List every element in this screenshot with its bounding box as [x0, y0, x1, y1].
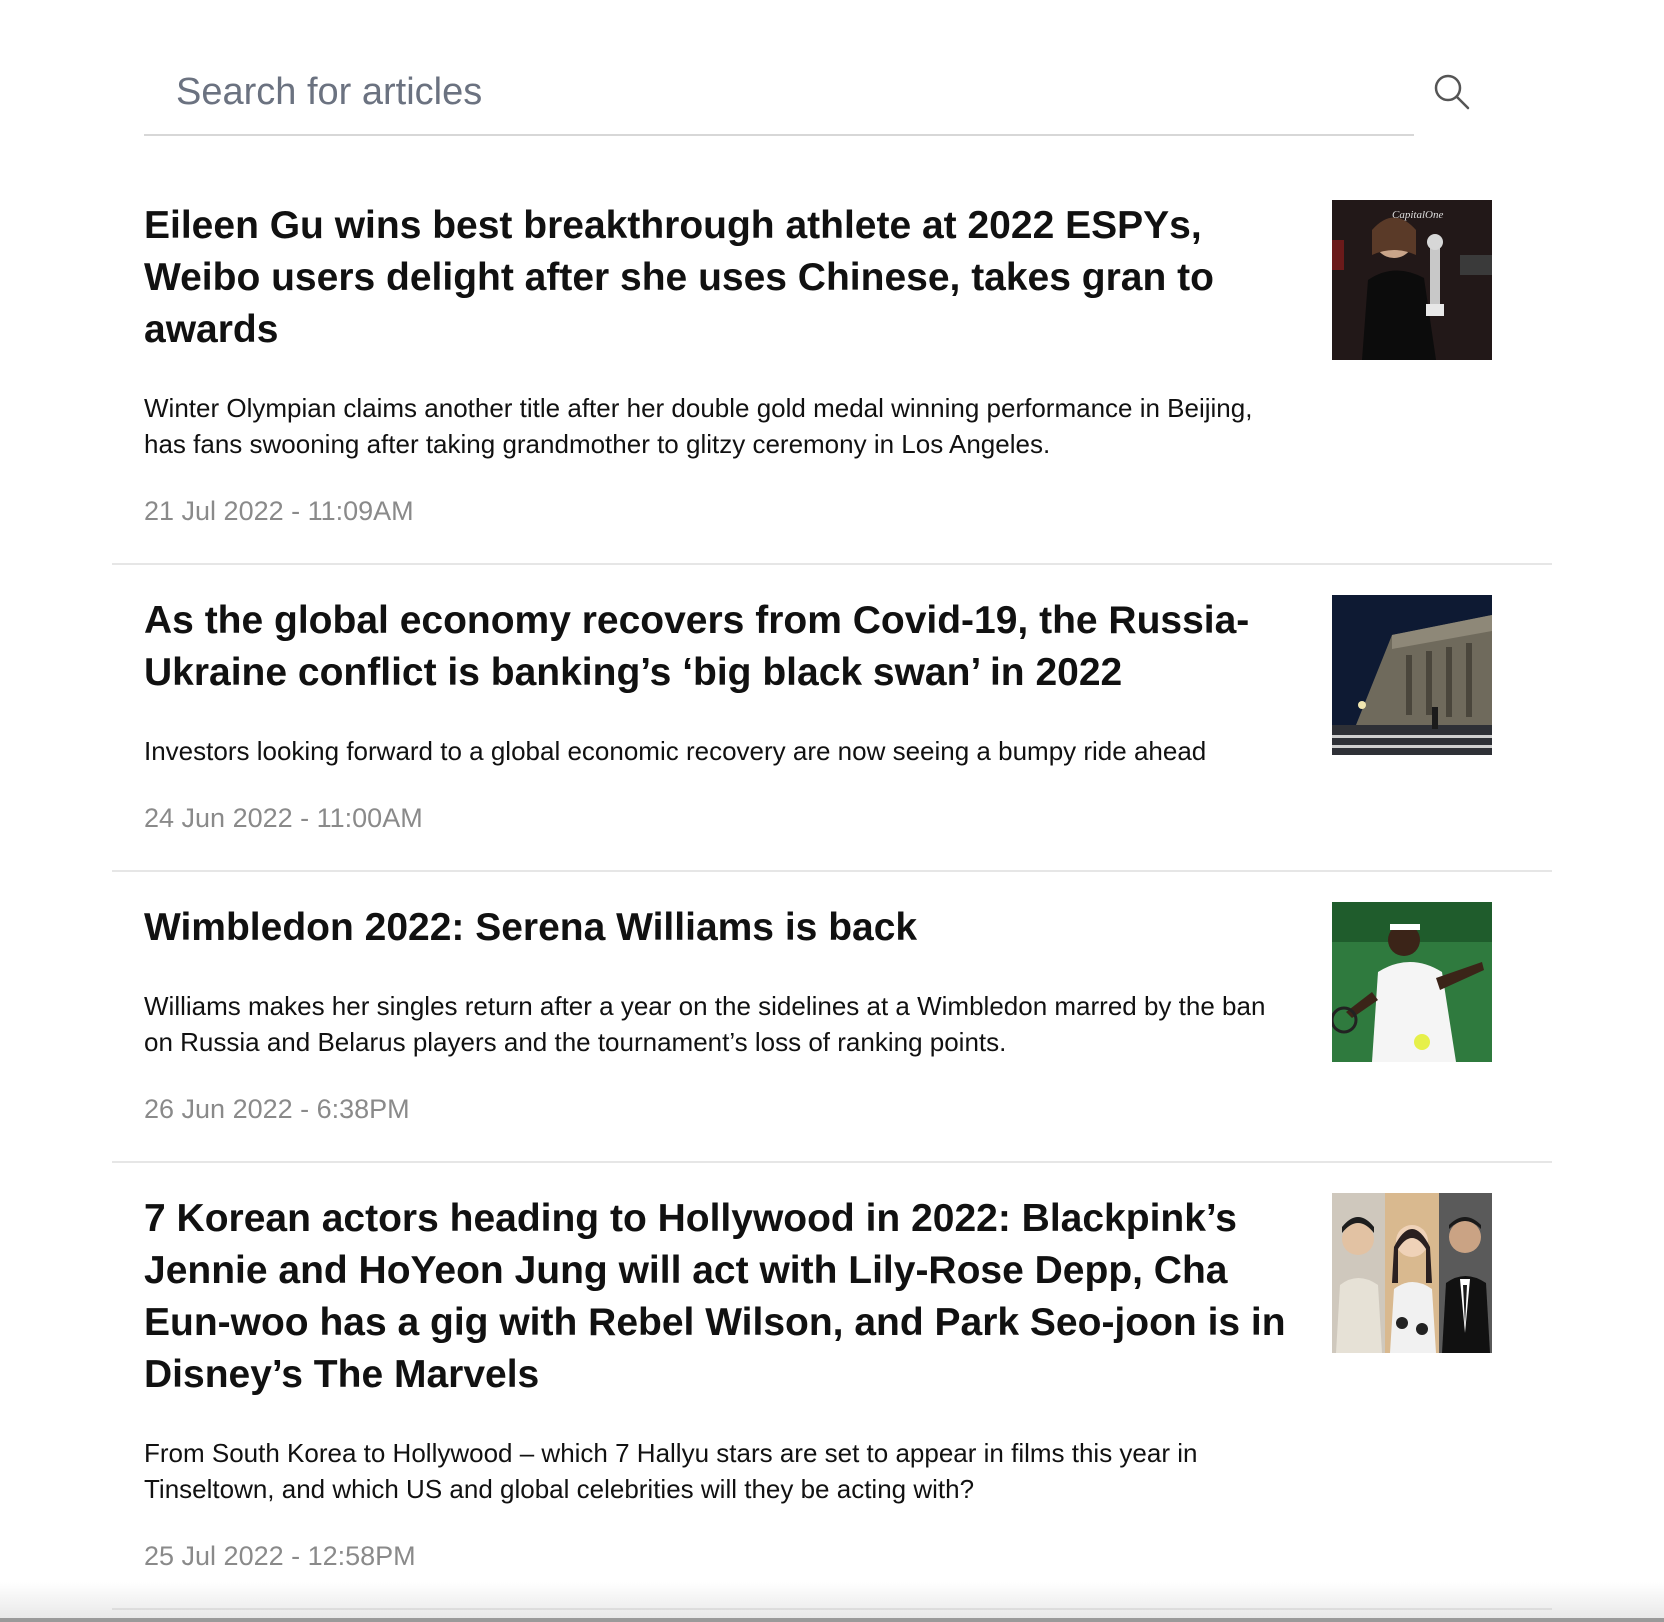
- article-summary: Winter Olympian claims another title aft…: [144, 393, 1253, 459]
- article-title[interactable]: 7 Korean actors heading to Hollywood in …: [144, 1193, 1294, 1401]
- article-summary: From South Korea to Hollywood – which 7 …: [144, 1438, 1198, 1504]
- three-actors-collage-image: [1332, 1193, 1492, 1353]
- search-icon[interactable]: [1432, 72, 1472, 112]
- bank-building-night-image: [1332, 595, 1492, 755]
- window-bottom-edge: [0, 1618, 1664, 1622]
- search-bar: [144, 50, 1414, 136]
- article-text: Eileen Gu wins best breakthrough athlete…: [144, 200, 1294, 527]
- article-title[interactable]: Wimbledon 2022: Serena Williams is back: [144, 902, 1294, 954]
- search-input[interactable]: [144, 50, 1374, 134]
- article-item[interactable]: Eileen Gu wins best breakthrough athlete…: [112, 170, 1552, 565]
- article-thumbnail[interactable]: CapitalOne: [1332, 200, 1492, 360]
- article-date: 25 Jul 2022 - 12:58PM: [144, 1541, 416, 1571]
- article-summary: Investors looking forward to a global ec…: [144, 736, 1207, 766]
- article-list: Eileen Gu wins best breakthrough athlete…: [112, 170, 1552, 1610]
- article-summary: Williams makes her singles return after …: [144, 991, 1266, 1057]
- article-text: 7 Korean actors heading to Hollywood in …: [144, 1193, 1294, 1572]
- tennis-player-image: [1332, 902, 1492, 1062]
- article-item[interactable]: As the global economy recovers from Covi…: [112, 565, 1552, 872]
- article-text: As the global economy recovers from Covi…: [144, 595, 1294, 834]
- article-title[interactable]: Eileen Gu wins best breakthrough athlete…: [144, 200, 1294, 356]
- thumbnail-logo-text: CapitalOne: [1392, 209, 1443, 221]
- article-thumbnail[interactable]: [1332, 1193, 1492, 1353]
- article-thumbnail[interactable]: [1332, 902, 1492, 1062]
- article-date: 26 Jun 2022 - 6:38PM: [144, 1094, 410, 1124]
- article-item[interactable]: 7 Korean actors heading to Hollywood in …: [112, 1163, 1552, 1610]
- article-text: Wimbledon 2022: Serena Williams is back …: [144, 902, 1294, 1125]
- article-thumbnail[interactable]: [1332, 595, 1492, 755]
- article-title[interactable]: As the global economy recovers from Covi…: [144, 595, 1294, 699]
- article-date: 24 Jun 2022 - 11:00AM: [144, 803, 423, 833]
- article-item[interactable]: Wimbledon 2022: Serena Williams is back …: [112, 872, 1552, 1163]
- athlete-with-trophy-image: CapitalOne: [1332, 200, 1492, 360]
- article-date: 21 Jul 2022 - 11:09AM: [144, 496, 414, 526]
